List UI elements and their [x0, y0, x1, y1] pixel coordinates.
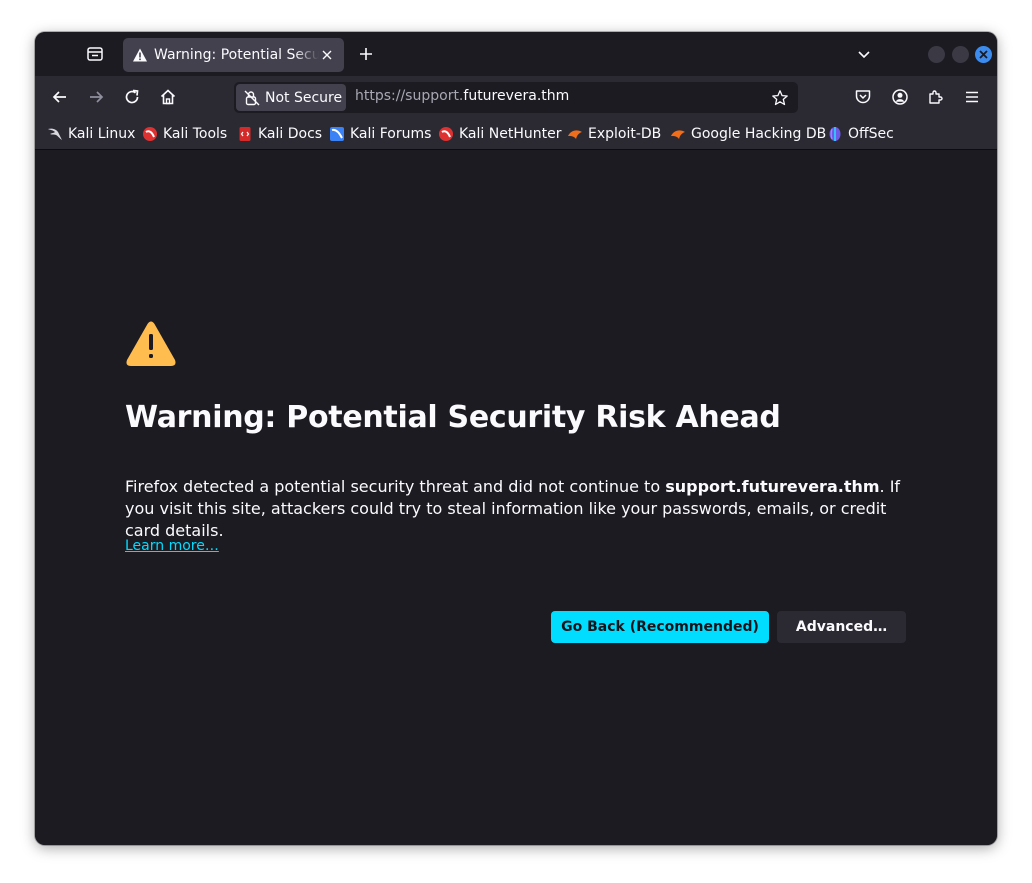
error-description: Firefox detected a potential security th… [125, 476, 915, 542]
bookmark-label: Google Hacking DB [691, 126, 827, 142]
bookmark-star-button[interactable] [769, 87, 791, 109]
url-host: futurevera.thm [463, 88, 570, 104]
kali-tools-icon [142, 126, 158, 142]
bookmark-kali-linux[interactable]: Kali Linux [47, 125, 135, 143]
chevron-down-icon [858, 51, 870, 59]
ghdb-icon [670, 126, 686, 142]
learn-more-link[interactable]: Learn more… [125, 538, 219, 554]
reload-icon [125, 89, 139, 104]
browser-window: Warning: Potential Security Risk Ahead [35, 32, 997, 845]
url-text[interactable]: https://support.futurevera.thm [355, 88, 569, 104]
error-page: Warning: Potential Security Risk Ahead F… [35, 150, 997, 845]
home-icon [160, 89, 176, 105]
warning-icon [125, 320, 177, 368]
firefox-view-button[interactable] [83, 42, 107, 66]
back-button[interactable] [47, 84, 73, 110]
bookmark-label: Kali Forums [350, 126, 432, 142]
bookmark-offsec[interactable]: OffSec [827, 125, 894, 143]
puzzle-icon [929, 90, 943, 104]
bookmark-label: Exploit-DB [588, 126, 662, 142]
bookmark-exploit-db[interactable]: Exploit-DB [567, 125, 661, 143]
hamburger-menu-icon [966, 91, 978, 103]
account-button[interactable] [887, 84, 913, 110]
bookmark-kali-nethunter[interactable]: Kali NetHunter [438, 125, 561, 143]
reload-button[interactable] [119, 84, 145, 110]
offsec-icon [827, 126, 843, 142]
bookmark-label: Kali Linux [68, 126, 136, 142]
close-icon [979, 50, 988, 59]
bookmark-label: OffSec [848, 126, 894, 142]
bookmark-google-hacking-db[interactable]: Google Hacking DB [670, 125, 826, 143]
tab-strip: Warning: Potential Security Risk Ahead [35, 32, 997, 76]
site-identity-button[interactable]: Not Secure [236, 84, 346, 111]
bookmarks-toolbar: Kali Linux Kali Tools Kali Docs Kali For… [35, 118, 997, 150]
close-icon [322, 50, 332, 60]
back-arrow-icon [52, 91, 66, 103]
tab-active[interactable]: Warning: Potential Security Risk Ahead [123, 38, 344, 72]
bookmark-label: Kali Tools [163, 126, 228, 142]
insecure-lock-icon [243, 89, 261, 107]
kali-dragon-icon [47, 126, 63, 142]
home-button[interactable] [155, 84, 181, 110]
kali-forums-icon [329, 126, 345, 142]
not-secure-label: Not Secure [265, 89, 343, 106]
pocket-button[interactable] [850, 84, 876, 110]
window-close-button[interactable] [975, 46, 992, 63]
pocket-icon [855, 90, 871, 104]
exploit-db-icon [567, 126, 583, 142]
forward-arrow-icon [90, 91, 104, 103]
maximize-button[interactable] [952, 46, 969, 63]
extensions-button[interactable] [923, 84, 949, 110]
bookmark-kali-docs[interactable]: Kali Docs [237, 125, 322, 143]
account-icon [892, 89, 908, 105]
bookmark-kali-forums[interactable]: Kali Forums [329, 125, 431, 143]
star-icon [772, 90, 788, 106]
hostname-text: support.futurevera.thm [665, 477, 880, 496]
description-text: Firefox detected a potential security th… [125, 477, 666, 496]
tab-close-button[interactable] [319, 47, 335, 63]
kali-nethunter-icon [438, 126, 454, 142]
warning-icon [132, 47, 148, 63]
minimize-button[interactable] [928, 46, 945, 63]
bookmark-label: Kali Docs [258, 126, 323, 142]
go-back-button[interactable]: Go Back (Recommended) [551, 611, 769, 643]
forward-button[interactable] [83, 84, 109, 110]
tab-title: Warning: Potential Security Risk Ahead [154, 47, 319, 63]
firefox-view-icon [87, 47, 103, 61]
kali-docs-icon [237, 126, 253, 142]
bookmark-kali-tools[interactable]: Kali Tools [142, 125, 227, 143]
bookmark-label: Kali NetHunter [459, 126, 562, 142]
app-menu-button[interactable] [959, 84, 985, 110]
advanced-button[interactable]: Advanced… [777, 611, 906, 643]
url-scheme: https://support. [355, 88, 464, 104]
page-title: Warning: Potential Security Risk Ahead [125, 400, 781, 435]
nav-bar: Not Secure https://support.futurevera.th… [35, 76, 997, 118]
new-tab-button[interactable] [355, 43, 377, 65]
plus-icon [360, 48, 372, 60]
url-bar[interactable]: Not Secure https://support.futurevera.th… [234, 82, 798, 113]
list-all-tabs-button[interactable] [853, 43, 875, 65]
